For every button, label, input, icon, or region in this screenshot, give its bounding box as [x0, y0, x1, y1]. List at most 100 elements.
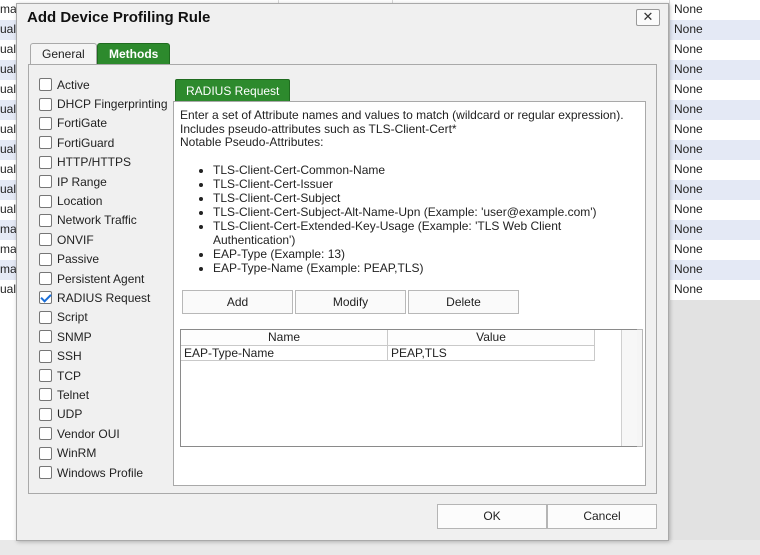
method-label: DHCP Fingerprinting [57, 97, 168, 112]
method-checkbox[interactable] [39, 446, 52, 460]
radius-description: Enter a set of Attribute names and value… [180, 108, 640, 150]
method-item[interactable]: Location [39, 191, 189, 210]
method-checkbox[interactable] [39, 330, 52, 344]
method-checkbox[interactable] [39, 136, 52, 150]
description-line: Enter a set of Attribute names and value… [180, 108, 624, 122]
method-checkbox[interactable] [39, 78, 52, 92]
background-shade [668, 300, 760, 555]
background-cell: None [674, 162, 703, 176]
method-item[interactable]: SSH [39, 346, 189, 365]
table-scrollbar[interactable] [621, 330, 637, 446]
method-item[interactable]: Network Traffic [39, 211, 189, 230]
background-cell: ual [0, 142, 17, 156]
ok-button[interactable]: OK [437, 504, 547, 529]
modify-button[interactable]: Modify [295, 290, 406, 314]
method-checkbox[interactable] [39, 272, 52, 286]
method-item[interactable]: Active [39, 75, 189, 94]
background-cell: ual [0, 22, 17, 36]
method-item[interactable]: IP Range [39, 172, 189, 191]
methods-tab-panel: Active DHCP Fingerprinting FortiGate FortiG… [28, 64, 657, 494]
method-label: ONVIF [57, 232, 94, 247]
table-header: Name Value [181, 330, 595, 346]
background-cell: ual [0, 182, 17, 196]
method-item[interactable]: DHCP Fingerprinting [39, 94, 189, 113]
method-checkbox[interactable] [39, 155, 52, 169]
method-label: Location [57, 194, 103, 209]
method-item[interactable]: Script [39, 308, 189, 327]
method-checkbox[interactable] [39, 466, 52, 479]
method-checkbox[interactable] [39, 349, 52, 363]
method-checkbox[interactable] [39, 388, 52, 402]
method-label: SNMP [57, 329, 92, 344]
column-header-name[interactable]: Name [181, 330, 388, 345]
close-icon[interactable]: ✕ [636, 9, 660, 26]
method-item[interactable]: SNMP [39, 327, 189, 346]
background-cell: None [674, 182, 703, 196]
method-label: Passive [57, 252, 100, 267]
method-checkbox[interactable] [39, 97, 52, 111]
method-item[interactable]: Vendor OUI [39, 424, 189, 443]
method-item[interactable]: UDP [39, 405, 189, 424]
cell-value: PEAP,TLS [388, 346, 595, 360]
delete-button[interactable]: Delete [408, 290, 519, 314]
tab-radius-request[interactable]: RADIUS Request [175, 79, 291, 102]
description-line: Notable Pseudo-Attributes: [180, 135, 324, 149]
background-cell: None [674, 202, 703, 216]
cancel-button[interactable]: Cancel [547, 504, 657, 529]
pseudo-attribute-item: TLS-Client-Cert-Subject [213, 191, 640, 205]
background-cell: None [674, 242, 703, 256]
method-label: FortiGuard [57, 135, 115, 150]
table-resize-handle[interactable] [637, 329, 643, 447]
background-cell: ual [0, 62, 17, 76]
column-header-value[interactable]: Value [388, 330, 595, 345]
method-item[interactable]: RADIUS Request [39, 288, 189, 307]
method-label: Telnet [57, 387, 90, 402]
method-label: UDP [57, 407, 83, 422]
background-cell: ual [0, 42, 17, 56]
method-checkbox[interactable] [39, 291, 52, 305]
method-checkbox[interactable] [39, 233, 52, 247]
attribute-table: Name Value EAP-Type-Name PEAP,TLS [180, 329, 637, 447]
method-checkbox[interactable] [39, 116, 52, 130]
pseudo-attribute-item: TLS-Client-Cert-Issuer [213, 177, 640, 191]
add-device-profiling-rule-dialog: Add Device Profiling Rule ✕ General Meth… [16, 3, 669, 541]
method-checkbox[interactable] [39, 194, 52, 208]
method-item[interactable]: FortiGuard [39, 133, 189, 152]
method-checkbox[interactable] [39, 252, 52, 266]
background-column-divider [669, 0, 670, 300]
method-item[interactable]: ONVIF [39, 230, 189, 249]
method-item[interactable]: HTTP/HTTPS [39, 153, 189, 172]
method-checkbox[interactable] [39, 369, 52, 383]
method-label: Network Traffic [57, 213, 137, 228]
background-cell: None [674, 82, 703, 96]
method-label: WinRM [57, 446, 97, 461]
method-item[interactable]: Passive [39, 250, 189, 269]
background-cell: None [674, 262, 703, 276]
method-checkbox[interactable] [39, 175, 52, 189]
tab-general[interactable]: General [30, 43, 97, 65]
method-item[interactable]: Telnet [39, 385, 189, 404]
background-cell: ual [0, 202, 17, 216]
method-item[interactable]: WinRM [39, 443, 189, 462]
pseudo-attribute-item: TLS-Client-Cert-Subject-Alt-Name-Upn (Ex… [213, 205, 640, 219]
background-cell: ual [0, 82, 17, 96]
background-cell: None [674, 22, 703, 36]
tab-methods[interactable]: Methods [97, 43, 171, 65]
description-line: Includes pseudo-attributes such as TLS-C… [180, 121, 457, 136]
method-item[interactable]: Persistent Agent [39, 269, 189, 288]
method-item[interactable]: FortiGate [39, 114, 189, 133]
pseudo-attribute-item: EAP-Type-Name (Example: PEAP,TLS) [213, 261, 640, 275]
method-checkbox[interactable] [39, 407, 52, 421]
add-button[interactable]: Add [182, 290, 293, 314]
method-item[interactable]: Windows Profile [39, 463, 189, 482]
method-checkbox[interactable] [39, 310, 52, 324]
method-label: FortiGate [57, 116, 108, 131]
method-item[interactable]: TCP [39, 366, 189, 385]
background-cell: None [674, 122, 703, 136]
background-cell: None [674, 102, 703, 116]
background-bottom-bar [0, 540, 760, 555]
method-label: RADIUS Request [57, 290, 151, 305]
method-checkbox[interactable] [39, 213, 52, 227]
table-row[interactable]: EAP-Type-Name PEAP,TLS [181, 346, 595, 361]
method-checkbox[interactable] [39, 427, 52, 441]
